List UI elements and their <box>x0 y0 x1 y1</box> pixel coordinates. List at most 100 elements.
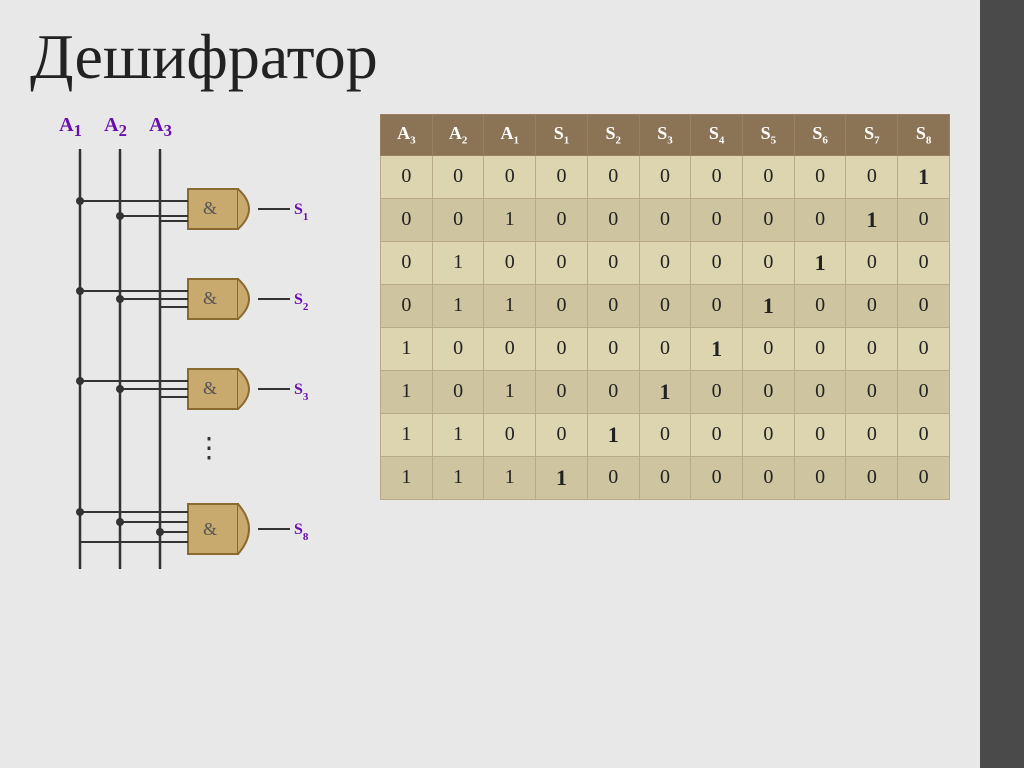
header-s4: S4 <box>691 115 743 156</box>
table-row: 00000000001 <box>381 155 950 198</box>
table-cell: 0 <box>846 241 898 284</box>
table-cell: 0 <box>846 155 898 198</box>
table-cell: 1 <box>898 155 950 198</box>
table-cell: 0 <box>639 413 691 456</box>
table-cell: 0 <box>536 198 588 241</box>
table-cell: 1 <box>381 327 433 370</box>
header-s2: S2 <box>587 115 639 156</box>
table-cell: 0 <box>639 284 691 327</box>
label-a1: A1 <box>48 114 93 141</box>
header-s6: S6 <box>794 115 846 156</box>
table-cell: 0 <box>639 456 691 499</box>
table-cell: 0 <box>743 413 795 456</box>
table-cell: 0 <box>536 327 588 370</box>
table-cell: 0 <box>639 155 691 198</box>
header-s3: S3 <box>639 115 691 156</box>
label-a2: A2 <box>93 114 138 141</box>
table-cell: 1 <box>743 284 795 327</box>
header-a3: A3 <box>381 115 433 156</box>
table-cell: 1 <box>484 370 536 413</box>
table-cell: 0 <box>432 370 484 413</box>
header-a2: A2 <box>432 115 484 156</box>
svg-text:S3: S3 <box>294 381 309 403</box>
table-cell: 0 <box>794 327 846 370</box>
main-container: Дешифратор A1 A2 A3 & <box>0 0 980 768</box>
svg-text:&: & <box>203 288 217 308</box>
table-cell: 0 <box>484 155 536 198</box>
table-cell: 0 <box>743 327 795 370</box>
table-cell: 0 <box>639 241 691 284</box>
svg-text:&: & <box>203 519 217 539</box>
table-cell: 0 <box>794 198 846 241</box>
table-cell: 0 <box>898 284 950 327</box>
table-cell: 0 <box>743 198 795 241</box>
table-cell: 0 <box>587 456 639 499</box>
table-cell: 1 <box>381 370 433 413</box>
table-cell: 0 <box>898 370 950 413</box>
table-header-row: A3 A2 A1 S1 S2 S3 S4 S5 S6 S7 S8 <box>381 115 950 156</box>
header-a1: A1 <box>484 115 536 156</box>
table-cell: 0 <box>432 198 484 241</box>
table-cell: 0 <box>846 284 898 327</box>
svg-text:&: & <box>203 198 217 218</box>
table-cell: 1 <box>484 198 536 241</box>
table-cell: 0 <box>587 284 639 327</box>
table-cell: 0 <box>484 413 536 456</box>
table-cell: 1 <box>536 456 588 499</box>
table-cell: 1 <box>381 456 433 499</box>
svg-text:S8: S8 <box>294 521 309 543</box>
table-cell: 1 <box>639 370 691 413</box>
table-cell: 0 <box>743 241 795 284</box>
table-cell: 1 <box>587 413 639 456</box>
table-cell: 0 <box>691 456 743 499</box>
table-cell: 0 <box>381 198 433 241</box>
table-cell: 0 <box>587 370 639 413</box>
table-cell: 1 <box>432 413 484 456</box>
table-cell: 0 <box>639 198 691 241</box>
table-cell: 0 <box>484 327 536 370</box>
table-cell: 0 <box>691 370 743 413</box>
svg-text:S1: S1 <box>294 201 308 223</box>
table-cell: 0 <box>794 456 846 499</box>
table-cell: 0 <box>536 284 588 327</box>
table-cell: 0 <box>536 413 588 456</box>
table-cell: 1 <box>846 198 898 241</box>
table-cell: 0 <box>691 198 743 241</box>
table-cell: 0 <box>898 241 950 284</box>
table-cell: 0 <box>381 241 433 284</box>
table-row: 01100001000 <box>381 284 950 327</box>
table-cell: 0 <box>691 155 743 198</box>
right-shadow <box>980 0 1024 768</box>
table-cell: 0 <box>898 327 950 370</box>
table-cell: 0 <box>743 370 795 413</box>
content-row: A1 A2 A3 & <box>30 114 950 614</box>
table-row: 11110000000 <box>381 456 950 499</box>
table-cell: 0 <box>484 241 536 284</box>
table-cell: 0 <box>898 198 950 241</box>
table-cell: 0 <box>794 370 846 413</box>
table-cell: 0 <box>743 155 795 198</box>
svg-text:&: & <box>203 378 217 398</box>
table-row: 01000000100 <box>381 241 950 284</box>
truth-table: A3 A2 A1 S1 S2 S3 S4 S5 S6 S7 S8 0000000… <box>380 114 950 500</box>
input-labels: A1 A2 A3 <box>30 114 350 141</box>
table-cell: 0 <box>846 370 898 413</box>
table-cell: 0 <box>381 284 433 327</box>
table-cell: 0 <box>587 327 639 370</box>
table-row: 10000010000 <box>381 327 950 370</box>
table-cell: 0 <box>846 456 898 499</box>
table-cell: 0 <box>536 155 588 198</box>
table-cell: 0 <box>536 370 588 413</box>
table-cell: 0 <box>794 284 846 327</box>
table-cell: 0 <box>381 155 433 198</box>
table-cell: 0 <box>794 413 846 456</box>
table-cell: 0 <box>691 284 743 327</box>
table-cell: 0 <box>898 413 950 456</box>
table-cell: 0 <box>898 456 950 499</box>
truth-table-area: A3 A2 A1 S1 S2 S3 S4 S5 S6 S7 S8 0000000… <box>380 114 950 500</box>
table-cell: 0 <box>846 327 898 370</box>
table-cell: 0 <box>587 241 639 284</box>
table-cell: 0 <box>536 241 588 284</box>
page-title: Дешифратор <box>30 20 950 94</box>
table-cell: 1 <box>484 456 536 499</box>
